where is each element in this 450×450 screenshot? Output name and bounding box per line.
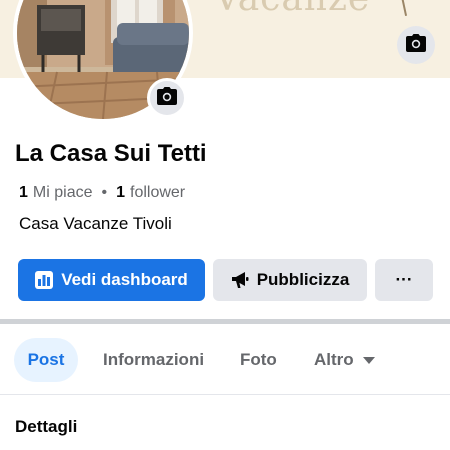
tab-foto[interactable]: Foto: [240, 338, 277, 382]
edit-cover-photo-button[interactable]: [397, 26, 435, 64]
megaphone-icon: [231, 271, 249, 289]
tabs-divider: [0, 394, 450, 395]
caret-down-icon: [362, 356, 375, 364]
promote-button[interactable]: Pubblicizza: [213, 259, 367, 301]
page-category: Casa Vacanze Tivoli: [19, 214, 172, 233]
edit-profile-picture-button[interactable]: [147, 78, 187, 118]
tab-post[interactable]: Post: [14, 338, 78, 382]
view-dashboard-button[interactable]: Vedi dashboard: [18, 259, 205, 301]
followers-count: 1: [116, 184, 125, 201]
more-options-button[interactable]: ···: [375, 259, 433, 301]
tab-informazioni[interactable]: Informazioni: [103, 338, 204, 382]
page-stats: 1 Mi piace • 1 follower: [19, 184, 185, 202]
section-separator: [0, 319, 450, 324]
followers-label[interactable]: follower: [130, 184, 185, 202]
camera-icon: [406, 33, 426, 57]
bar-chart-icon: [35, 271, 54, 289]
promote-label: Pubblicizza: [256, 270, 350, 289]
likes-count: 1: [19, 184, 28, 201]
page-title: La Casa Sui Tetti: [15, 140, 207, 167]
tab-altro-label: Altro: [314, 350, 354, 369]
likes-label[interactable]: Mi piace: [33, 184, 93, 202]
more-options-icon: ···: [395, 270, 413, 289]
profile-tabs: Post Informazioni Foto Altro: [0, 335, 450, 385]
view-dashboard-label: Vedi dashboard: [61, 270, 188, 289]
camera-icon: [157, 86, 177, 110]
cover-text: Vacanze: [214, 0, 370, 19]
tab-altro[interactable]: Altro: [314, 338, 375, 382]
cover-decoration: [400, 0, 408, 16]
separator-dot: •: [101, 184, 108, 201]
section-title: Dettagli: [15, 417, 78, 436]
